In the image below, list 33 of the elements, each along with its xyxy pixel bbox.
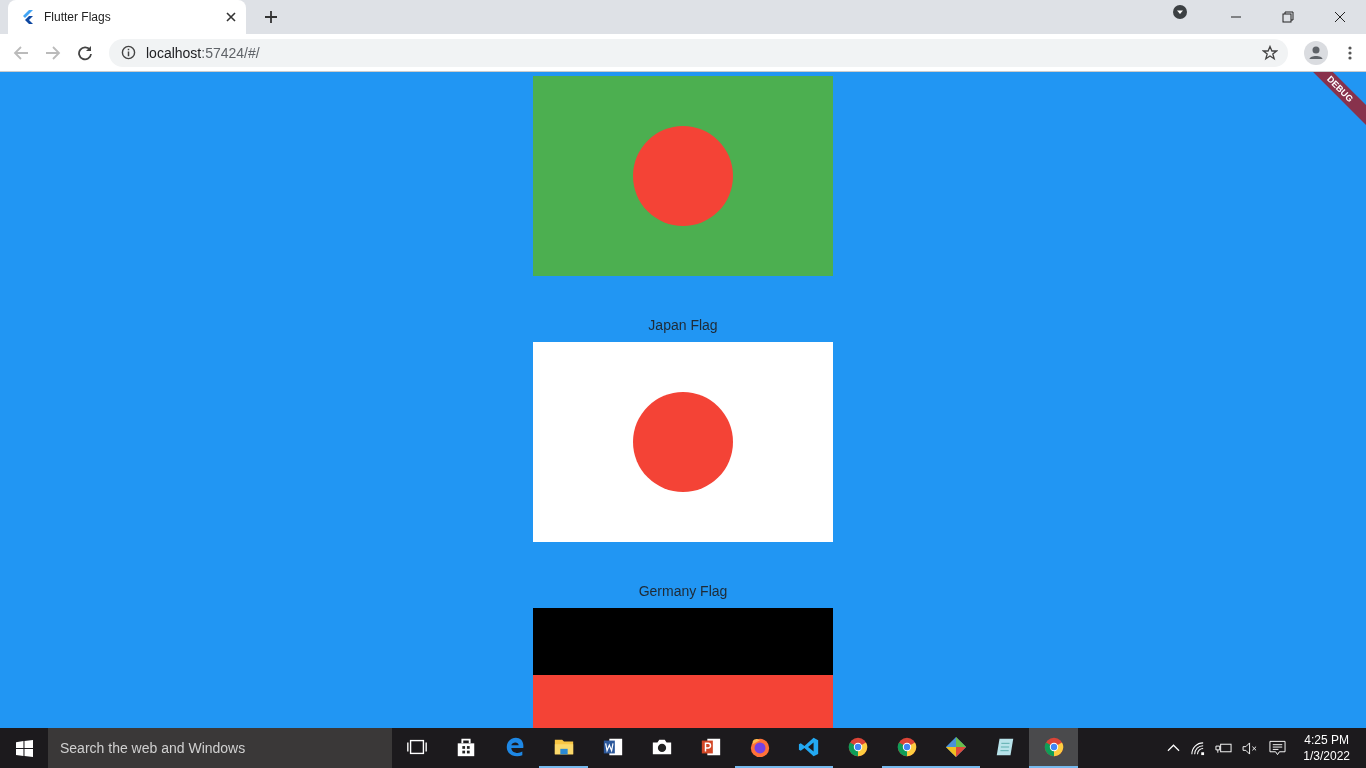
clock-date: 1/3/2022 (1303, 748, 1350, 764)
menu-icon[interactable] (1348, 44, 1352, 61)
powerpoint-icon (699, 736, 722, 758)
browser-tab[interactable]: Flutter Flags (8, 0, 246, 34)
windows-start-icon[interactable] (16, 739, 33, 757)
wifi-icon[interactable] (1190, 740, 1206, 756)
flutter-logo-icon (22, 10, 34, 24)
firefox-icon (748, 736, 771, 758)
code-editor-icon (797, 736, 820, 758)
profile-avatar-icon[interactable] (1304, 40, 1328, 65)
taskbar-app-button[interactable] (1029, 728, 1078, 768)
clock-time: 4:25 PM (1304, 732, 1349, 748)
address-field[interactable]: localhost:57424/#/ (109, 38, 1288, 67)
flag-caption: Japan Flag (648, 316, 718, 334)
close-tab-icon[interactable] (226, 12, 236, 22)
close-icon[interactable] (1334, 11, 1346, 23)
tab-title: Flutter Flags (44, 10, 112, 24)
flag-caption: Germany Flag (638, 582, 728, 600)
notification-icon[interactable] (1269, 740, 1287, 756)
chrome-icon (846, 736, 869, 758)
word-document-icon (601, 736, 624, 758)
reload-icon[interactable] (77, 44, 93, 61)
tab-search-icon[interactable] (1172, 4, 1188, 20)
chrome-icon (1042, 736, 1065, 758)
taskbar-search-field[interactable]: Search the web and Windows (48, 728, 392, 768)
battery-icon[interactable] (1215, 742, 1233, 754)
diamond-app-icon (944, 736, 967, 758)
new-tab-icon[interactable] (264, 10, 278, 24)
bookmark-star-icon[interactable] (1262, 44, 1278, 61)
chrome-icon (895, 736, 918, 758)
chevron-up-icon[interactable] (1167, 744, 1181, 752)
restore-icon[interactable] (1282, 11, 1294, 23)
info-icon (121, 45, 136, 60)
